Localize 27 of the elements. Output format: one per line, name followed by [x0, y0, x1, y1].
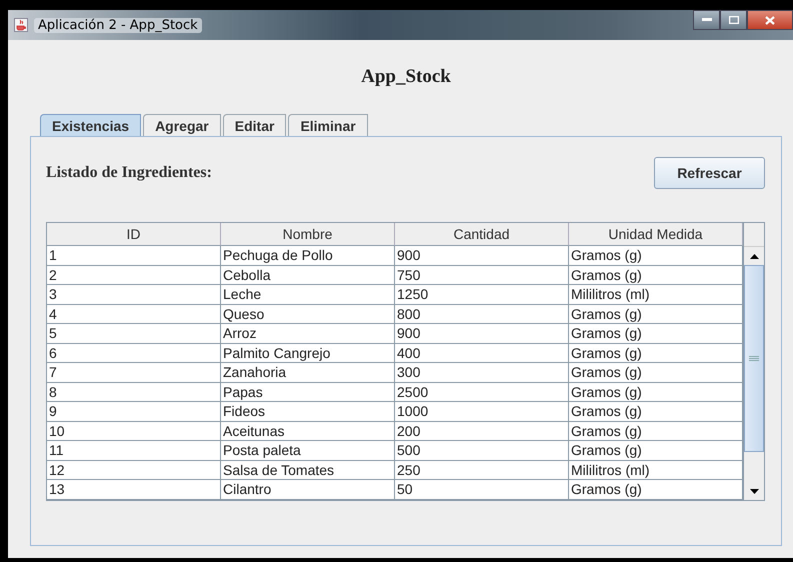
- window-title: Aplicación 2 - App_Stock: [34, 18, 202, 32]
- minimize-button[interactable]: [693, 10, 720, 30]
- maximize-button[interactable]: [720, 10, 747, 30]
- up-arrow-icon: [750, 254, 758, 258]
- section-title: Listado de Ingredientes:: [46, 164, 212, 182]
- table-cell: Cilantro: [221, 480, 395, 500]
- column-header[interactable]: Nombre: [221, 223, 395, 246]
- column-header[interactable]: Unidad Medida: [569, 223, 743, 246]
- app-heading: App_Stock: [360, 65, 452, 89]
- close-button[interactable]: [747, 10, 793, 30]
- column-header[interactable]: Cantidad: [395, 223, 569, 246]
- maximize-icon: [728, 16, 738, 24]
- refresh-button[interactable]: Refrescar: [654, 157, 765, 189]
- grip-icon: [749, 356, 759, 361]
- down-arrow-icon: [750, 488, 758, 494]
- tab[interactable]: Agregar: [143, 114, 221, 136]
- table-cell: 50: [395, 480, 569, 500]
- close-icon: [765, 16, 775, 24]
- tab[interactable]: Existencias: [40, 114, 142, 136]
- minimize-icon: [702, 18, 712, 22]
- tab[interactable]: Eliminar: [288, 114, 368, 136]
- column-header[interactable]: ID: [47, 223, 221, 246]
- table-cell: 13: [47, 480, 221, 500]
- scrollbar-thumb[interactable]: [744, 265, 764, 452]
- cup-icon: [14, 18, 28, 32]
- table-cell: Gramos (g): [569, 480, 743, 500]
- tab[interactable]: Editar: [222, 114, 286, 136]
